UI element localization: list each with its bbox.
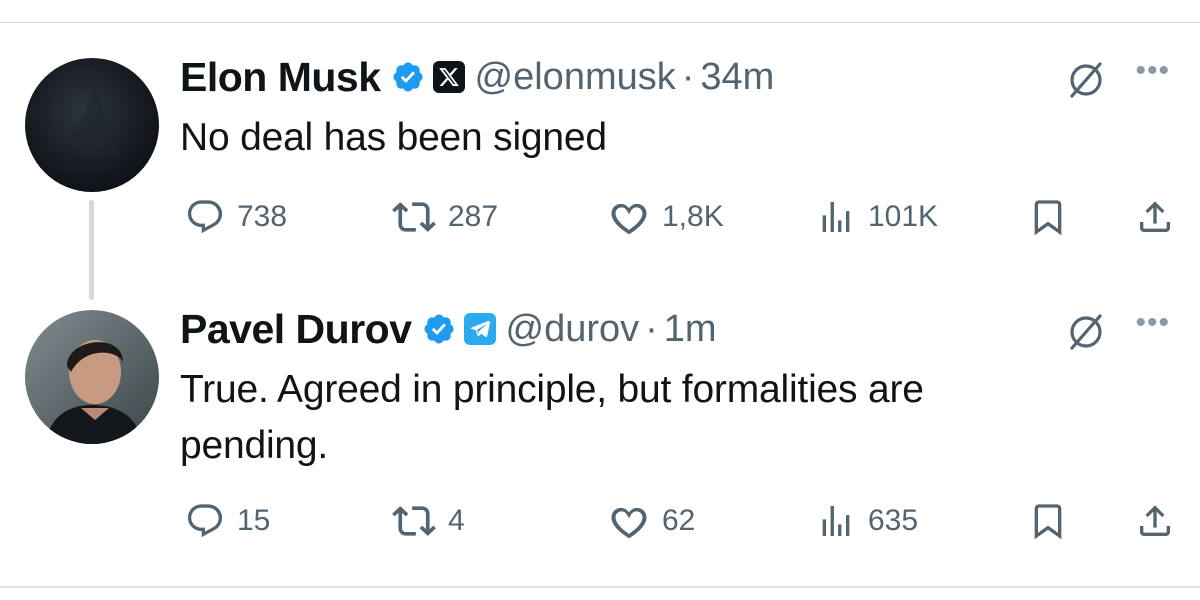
more-options-icon[interactable]: ••• [1135,306,1170,340]
heart-icon [611,507,647,539]
separator-dot: · [681,55,695,98]
thread-connector [89,200,94,300]
reply-button[interactable]: 738 [185,192,287,242]
author-name[interactable]: Elon Musk [180,54,381,101]
avatar-image [25,310,159,444]
verified-badge-icon[interactable] [391,60,425,94]
bookmark-button[interactable] [1028,496,1068,546]
bookmark-icon [1034,504,1062,540]
share-icon [1140,505,1170,536]
avatar-durov[interactable] [25,310,159,444]
tweet-header: Elon Musk @elonmusk · 34m ••• [180,52,1170,102]
avatar-elon[interactable] [25,58,159,192]
repost-icon [392,202,436,232]
reply-count: 15 [237,504,271,537]
repost-button[interactable]: 287 [392,192,498,242]
views-icon [822,202,850,232]
views-count: 635 [868,504,919,537]
timestamp[interactable]: 1m [664,308,717,351]
tweet-text: True. Agreed in principle, but formaliti… [180,368,924,467]
separator-dot: · [645,307,658,350]
grok-icon[interactable] [1064,58,1108,102]
author-handle[interactable]: @durov [506,308,640,351]
tweet-2[interactable]: Pavel Durov @durov · 1m ••• True. Agreed… [180,304,1170,546]
author-name[interactable]: Pavel Durov [180,306,412,353]
repost-button[interactable]: 4 [392,496,465,546]
share-icon [1140,201,1170,232]
author-handle[interactable]: @elonmusk [475,56,676,99]
telegram-logo-icon[interactable] [463,313,496,345]
repost-count: 287 [448,200,499,233]
like-count: 62 [662,504,696,537]
x-logo-icon[interactable] [432,61,465,93]
like-button[interactable]: 62 [608,496,695,546]
views-icon [822,506,850,536]
tweet-header: Pavel Durov @durov · 1m ••• [180,304,1170,354]
reply-icon [187,504,223,538]
verified-badge-icon[interactable] [422,312,456,346]
bookmark-icon [1034,200,1062,236]
reply-count: 738 [237,200,288,233]
avatar-image [25,58,159,192]
like-count: 1,8K [662,200,724,233]
reply-icon [187,200,223,234]
more-options-icon[interactable]: ••• [1135,54,1170,88]
action-bar: 738 287 1,8K 101K [180,192,1170,242]
share-button[interactable] [1135,192,1175,242]
tweet-1[interactable]: Elon Musk @elonmusk · 34m ••• No deal ha… [180,52,1170,242]
timeline: Elon Musk @elonmusk · 34m ••• No deal ha… [0,0,1200,600]
share-button[interactable] [1135,496,1175,546]
repost-icon [392,506,436,536]
like-button[interactable]: 1,8K [608,192,724,242]
divider-bottom [0,586,1200,588]
views-button[interactable]: 101K [816,192,938,242]
repost-count: 4 [448,504,465,537]
reply-button[interactable]: 15 [185,496,270,546]
views-count: 101K [868,200,939,233]
action-bar: 15 4 62 635 [180,496,1170,546]
timestamp[interactable]: 34m [700,56,774,99]
views-button[interactable]: 635 [816,496,918,546]
bookmark-button[interactable] [1028,192,1068,242]
heart-icon [611,203,647,235]
divider-top [0,22,1200,23]
tweet-text: No deal has been signed [180,116,607,159]
grok-icon[interactable] [1064,310,1108,354]
